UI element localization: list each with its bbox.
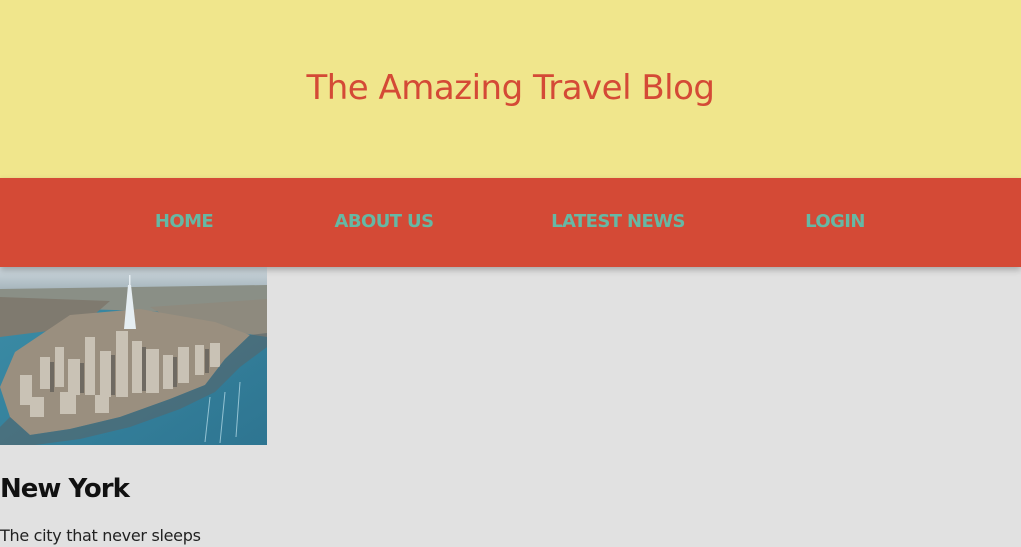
site-title: The Amazing Travel Blog bbox=[306, 68, 715, 108]
site-header: The Amazing Travel Blog bbox=[0, 0, 1021, 178]
article-excerpt: The city that never sleeps bbox=[0, 526, 201, 545]
new-york-image[interactable] bbox=[0, 267, 267, 445]
article-title[interactable]: New York bbox=[0, 473, 130, 505]
nav-link-about-us[interactable]: ABOUT US bbox=[335, 210, 435, 234]
nav-link-latest-news[interactable]: LATEST NEWS bbox=[551, 210, 685, 234]
nav-link-home[interactable]: HOME bbox=[155, 210, 214, 234]
main-navigation: HOME ABOUT US LATEST NEWS LOGIN bbox=[0, 178, 1021, 267]
nav-link-login[interactable]: LOGIN bbox=[805, 210, 865, 234]
